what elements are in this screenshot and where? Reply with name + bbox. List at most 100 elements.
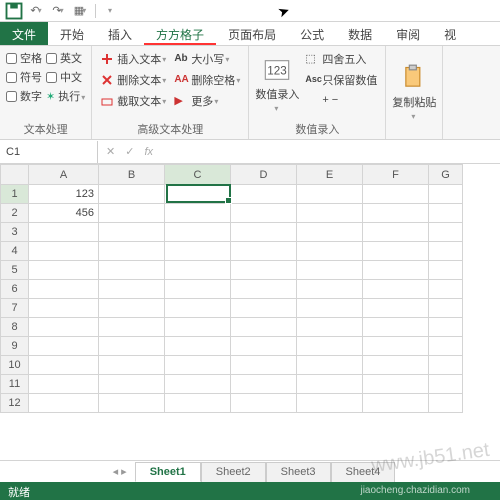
tab-6[interactable]: 数据 (336, 22, 384, 45)
adv-删除空格[interactable]: AA删除空格▾ (172, 71, 242, 89)
sheet-nav[interactable]: ◂ ▸ (105, 465, 135, 478)
sheet-tab-Sheet4[interactable]: Sheet4 (331, 462, 396, 482)
num-2[interactable]: + − (303, 92, 379, 108)
check-英文[interactable]: 英文 (46, 50, 85, 66)
cell-G12[interactable] (429, 394, 463, 413)
colh-B[interactable]: B (99, 165, 165, 185)
rowh-7[interactable]: 7 (1, 299, 29, 318)
redo-icon[interactable]: ↷▾ (48, 2, 68, 20)
sheet-tab-Sheet2[interactable]: Sheet2 (201, 462, 266, 482)
cell-G5[interactable] (429, 261, 463, 280)
tab-7[interactable]: 审阅 (384, 22, 432, 45)
cell-A11[interactable] (29, 375, 99, 394)
rowh-11[interactable]: 11 (1, 375, 29, 394)
num-0[interactable]: ⬚四舍五入 (303, 50, 379, 68)
cell-F6[interactable] (363, 280, 429, 299)
cell-E12[interactable] (297, 394, 363, 413)
cell-B3[interactable] (99, 223, 165, 242)
cell-A12[interactable] (29, 394, 99, 413)
tab-0[interactable]: 文件 (0, 22, 48, 45)
cell-B12[interactable] (99, 394, 165, 413)
colh-G[interactable]: G (429, 165, 463, 185)
rowh-4[interactable]: 4 (1, 242, 29, 261)
cell-F9[interactable] (363, 337, 429, 356)
cell-E8[interactable] (297, 318, 363, 337)
cell-A8[interactable] (29, 318, 99, 337)
sheet-tab-Sheet1[interactable]: Sheet1 (135, 462, 201, 482)
cell-A6[interactable] (29, 280, 99, 299)
cell-D12[interactable] (231, 394, 297, 413)
adv-截取文本[interactable]: 截取文本▾ (98, 92, 168, 110)
cell-G4[interactable] (429, 242, 463, 261)
cell-B4[interactable] (99, 242, 165, 261)
cell-E5[interactable] (297, 261, 363, 280)
adv-大小写[interactable]: Ab大小写▾ (172, 50, 242, 68)
tab-5[interactable]: 公式 (288, 22, 336, 45)
cell-D10[interactable] (231, 356, 297, 375)
cell-C5[interactable] (165, 261, 231, 280)
check-执行[interactable]: ✶执行 ▾ (46, 88, 85, 104)
cell-C10[interactable] (165, 356, 231, 375)
tab-4[interactable]: 页面布局 (216, 22, 288, 45)
cell-F3[interactable] (363, 223, 429, 242)
cell-F5[interactable] (363, 261, 429, 280)
cancel-icon[interactable]: ✕ (106, 145, 115, 158)
cell-C6[interactable] (165, 280, 231, 299)
colh-A[interactable]: A (29, 165, 99, 185)
confirm-icon[interactable]: ✓ (125, 145, 134, 158)
rowh-8[interactable]: 8 (1, 318, 29, 337)
cell-A7[interactable] (29, 299, 99, 318)
overflow-icon[interactable]: ▾ (101, 2, 121, 20)
adv-删除文本[interactable]: 删除文本▾ (98, 71, 168, 89)
select-all[interactable] (1, 165, 29, 185)
rowh-1[interactable]: 1 (1, 185, 29, 204)
cell-E2[interactable] (297, 204, 363, 223)
check-空格[interactable]: 空格 (6, 50, 42, 66)
cell-C8[interactable] (165, 318, 231, 337)
rowh-9[interactable]: 9 (1, 337, 29, 356)
cell-G3[interactable] (429, 223, 463, 242)
rowh-10[interactable]: 10 (1, 356, 29, 375)
cell-D2[interactable] (231, 204, 297, 223)
rowh-5[interactable]: 5 (1, 261, 29, 280)
check-符号[interactable]: 符号 (6, 69, 42, 85)
cell-C2[interactable] (165, 204, 231, 223)
check-中文[interactable]: 中文 (46, 69, 85, 85)
cell-F11[interactable] (363, 375, 429, 394)
rowh-6[interactable]: 6 (1, 280, 29, 299)
cell-A3[interactable] (29, 223, 99, 242)
copy-paste-button[interactable]: 复制粘贴▾ (392, 50, 436, 135)
num-entry-button[interactable]: 123 数值录入▾ (255, 50, 299, 119)
adv-更多[interactable]: ▶更多▾ (172, 92, 242, 110)
cell-F12[interactable] (363, 394, 429, 413)
cell-F10[interactable] (363, 356, 429, 375)
cell-B9[interactable] (99, 337, 165, 356)
cell-D7[interactable] (231, 299, 297, 318)
cell-G6[interactable] (429, 280, 463, 299)
cell-F8[interactable] (363, 318, 429, 337)
colh-F[interactable]: F (363, 165, 429, 185)
cell-B11[interactable] (99, 375, 165, 394)
cell-E7[interactable] (297, 299, 363, 318)
sheet-tab-Sheet3[interactable]: Sheet3 (266, 462, 331, 482)
cell-G2[interactable] (429, 204, 463, 223)
cell-C7[interactable] (165, 299, 231, 318)
cell-E11[interactable] (297, 375, 363, 394)
cell-D5[interactable] (231, 261, 297, 280)
cell-G7[interactable] (429, 299, 463, 318)
pagesetup-icon[interactable]: ▦▾ (70, 2, 90, 20)
cell-F7[interactable] (363, 299, 429, 318)
colh-E[interactable]: E (297, 165, 363, 185)
cell-D4[interactable] (231, 242, 297, 261)
cell-G9[interactable] (429, 337, 463, 356)
cell-C3[interactable] (165, 223, 231, 242)
cell-G8[interactable] (429, 318, 463, 337)
colh-D[interactable]: D (231, 165, 297, 185)
save-icon[interactable] (4, 2, 24, 20)
cell-D8[interactable] (231, 318, 297, 337)
cell-A10[interactable] (29, 356, 99, 375)
cell-B8[interactable] (99, 318, 165, 337)
adv-插入文本[interactable]: 插入文本▾ (98, 50, 168, 68)
name-box[interactable]: C1 (0, 141, 98, 163)
tab-2[interactable]: 插入 (96, 22, 144, 45)
